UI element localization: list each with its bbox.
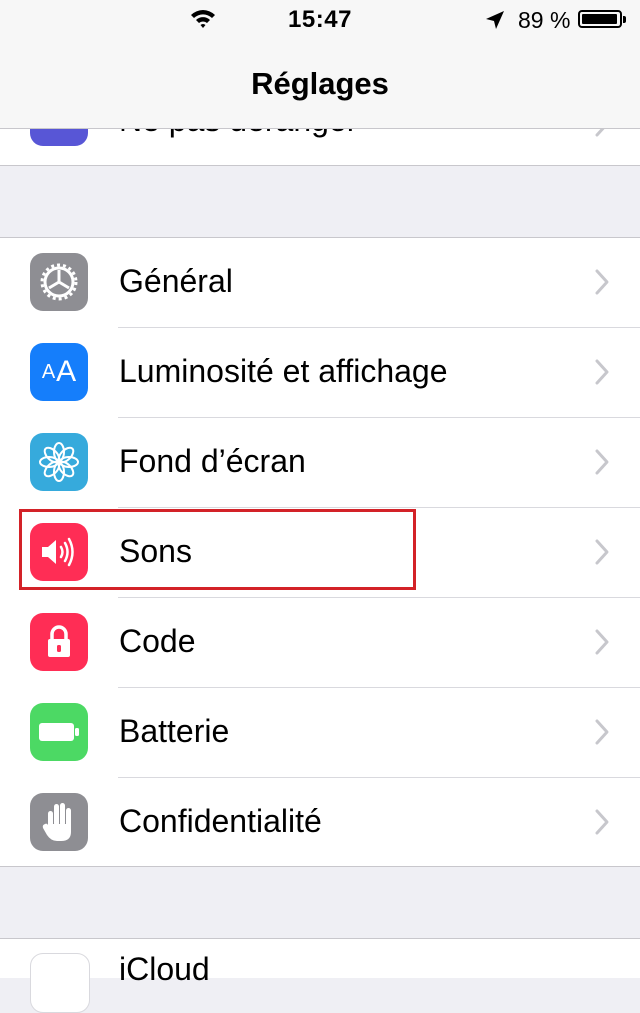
settings-row-label: Code bbox=[119, 623, 196, 659]
hand-icon bbox=[30, 793, 88, 851]
chevron-right-icon bbox=[595, 359, 609, 385]
settings-row-general[interactable]: Général bbox=[0, 238, 640, 328]
lock-icon bbox=[30, 613, 88, 671]
settings-row-icloud[interactable]: iCloud bbox=[0, 939, 640, 1013]
settings-group-bottom: iCloud bbox=[0, 938, 640, 1013]
flower-icon bbox=[30, 433, 88, 491]
settings-row-luminosite[interactable]: AA Luminosité et affichage bbox=[0, 328, 640, 418]
page-title: Réglages bbox=[251, 66, 389, 101]
settings-row-label: Général bbox=[119, 263, 233, 299]
settings-row-label: iCloud bbox=[119, 951, 210, 987]
settings-row-batterie[interactable]: Batterie bbox=[0, 688, 640, 778]
battery-percentage: 89 % bbox=[518, 7, 571, 33]
status-bar: 15:47 89 % bbox=[0, 0, 640, 40]
settings-row-label: Fond d’écran bbox=[119, 443, 306, 479]
chevron-right-icon bbox=[595, 719, 609, 745]
settings-row-code[interactable]: Code bbox=[0, 598, 640, 688]
gear-icon bbox=[30, 253, 88, 311]
settings-row-confidentialite[interactable]: Confidentialité bbox=[0, 778, 640, 868]
battery-status-icon bbox=[578, 10, 626, 28]
settings-row-label: Confidentialité bbox=[119, 803, 322, 839]
chevron-right-icon bbox=[595, 539, 609, 565]
text-size-icon: AA bbox=[30, 343, 88, 401]
settings-row-label: Batterie bbox=[119, 713, 230, 749]
chevron-right-icon bbox=[595, 629, 609, 655]
chevron-right-icon bbox=[595, 449, 609, 475]
chevron-right-icon bbox=[595, 269, 609, 295]
navigation-header: 15:47 89 % Réglages bbox=[0, 0, 640, 129]
cloud-icon bbox=[30, 953, 90, 1013]
chevron-right-icon bbox=[595, 809, 609, 835]
battery-icon bbox=[30, 703, 88, 761]
settings-row-fond-ecran[interactable]: Fond d’écran bbox=[0, 418, 640, 508]
settings-row-label: Luminosité et affichage bbox=[119, 353, 448, 389]
location-arrow-icon bbox=[486, 11, 504, 29]
highlight-box bbox=[19, 509, 416, 590]
